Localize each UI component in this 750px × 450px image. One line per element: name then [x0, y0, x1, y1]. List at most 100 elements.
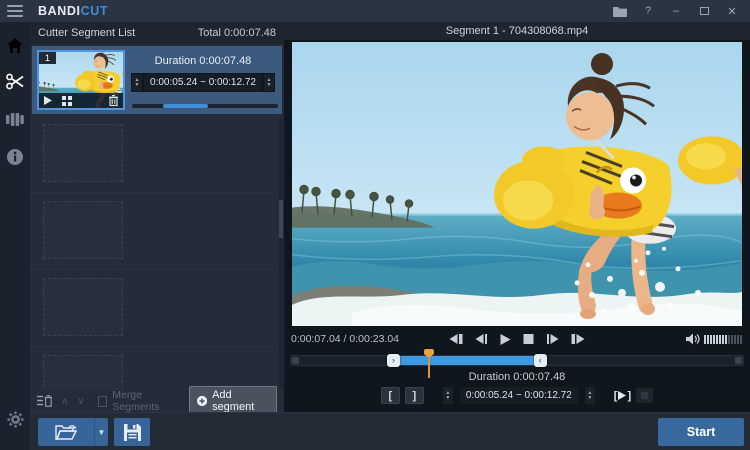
help-button[interactable]: ?	[636, 2, 660, 20]
maximize-icon	[699, 7, 709, 15]
stop-icon	[523, 334, 534, 344]
stop-selection-button[interactable]	[636, 388, 654, 403]
save-button[interactable]	[114, 418, 150, 446]
timeline-end-cap	[735, 357, 742, 364]
timeline: › ‹	[290, 349, 744, 378]
trim-start-stepper[interactable]: ▲ ▼	[441, 386, 454, 405]
segment-thumb-toolbar	[39, 93, 123, 108]
empty-thumbnail-placeholder	[43, 278, 123, 336]
segment-duration-label: Duration 0:00:07.48	[154, 55, 252, 67]
skip-back-icon	[449, 334, 463, 344]
empty-segment-slot	[30, 116, 284, 193]
empty-thumbnail-placeholder	[43, 124, 123, 182]
gear-icon	[7, 411, 23, 427]
maximize-button[interactable]	[692, 2, 716, 20]
segment-split-button[interactable]	[62, 95, 72, 106]
folder-icon	[613, 6, 627, 17]
segment-play-button[interactable]	[44, 96, 52, 105]
segment-range-control: ▲ ▼ 0:00:05.24 ~ 0:00:12.72 ▲ ▼	[128, 73, 278, 92]
range-end-stepper[interactable]: ▲ ▼	[262, 73, 275, 92]
bottom-bar: ▼ Start	[30, 412, 750, 450]
video-frame-image	[292, 42, 742, 326]
home-icon	[7, 37, 23, 53]
volume-meter[interactable]	[704, 334, 742, 344]
menu-icon[interactable]	[0, 0, 30, 22]
segment-delete-button[interactable]	[109, 95, 118, 106]
trim-controls: [ ] ▲ ▼ 0:00:05.24 ~ 0:00:12.72 ▲ ▼ [ ]	[284, 386, 750, 405]
segment-list-title: Cutter Segment List	[38, 27, 136, 39]
step-back-button[interactable]	[475, 334, 488, 344]
sidebar	[0, 22, 30, 450]
range-start-stepper[interactable]: ▲ ▼	[131, 73, 144, 92]
selection-duration-label: Duration 0:00:07.48	[468, 371, 566, 383]
play-selection-button[interactable]: [ ]	[614, 387, 631, 404]
set-end-button[interactable]: ]	[404, 387, 424, 404]
sidebar-item-home[interactable]	[0, 32, 30, 58]
stop-button[interactable]	[523, 334, 534, 344]
volume-control[interactable]	[686, 333, 742, 345]
scrollbar-thumb[interactable]	[279, 200, 283, 238]
minimize-button[interactable]: –	[664, 2, 688, 20]
plus-circle-icon	[196, 395, 208, 406]
empty-segment-slot	[30, 270, 284, 347]
segment-list	[30, 116, 284, 390]
play-icon	[44, 96, 52, 105]
delete-all-segments-button[interactable]	[37, 395, 52, 407]
prev-segment-button[interactable]	[449, 334, 463, 344]
segment-number-badge: 1	[39, 52, 57, 64]
title-bar: BANDICUT ? – ✕	[0, 0, 750, 22]
open-file-titlebar-button[interactable]	[608, 2, 632, 20]
playhead-pin	[423, 349, 434, 358]
bandicut-window: BANDICUT ? – ✕ Cutter Segment List Total…	[0, 0, 750, 450]
open-file-dropdown[interactable]: ▼	[94, 418, 108, 446]
segment-row-1[interactable]: 1 Duration 0:00:07.48 ▲ ▼ 0:00:05.24 ~ 0…	[32, 46, 282, 114]
info-icon	[7, 149, 23, 165]
next-segment-button[interactable]	[571, 334, 585, 344]
timeline-selected-range[interactable]	[393, 356, 541, 365]
empty-segment-slot	[30, 193, 284, 270]
segment-progress-fill	[162, 104, 208, 108]
sidebar-item-info[interactable]	[0, 144, 30, 170]
skip-forward-icon	[571, 334, 585, 344]
trim-range-input[interactable]: 0:00:05.24 ~ 0:00:12.72	[458, 386, 579, 405]
segment-progress-track	[132, 104, 278, 108]
merge-segments-label: Merge Segments	[112, 389, 160, 412]
join-clips-icon	[6, 112, 24, 126]
app-logo: BANDICUT	[38, 4, 108, 18]
segment-list-scrollbar[interactable]	[279, 118, 283, 388]
video-preview-panel: Segment 1 - 704308068.mp4 0:00:07.04 / 0…	[284, 22, 750, 412]
set-start-button[interactable]: [	[380, 387, 400, 404]
segment-thumbnail[interactable]: 1	[37, 50, 125, 110]
sidebar-item-settings[interactable]	[0, 406, 30, 432]
play-button[interactable]	[500, 333, 511, 345]
logo-cut: CUT	[80, 4, 109, 18]
total-duration: Total 0:00:07.48	[197, 27, 276, 39]
merge-segments-checkbox[interactable]	[97, 395, 108, 407]
step-forward-button[interactable]	[547, 334, 559, 344]
empty-thumbnail-placeholder	[43, 201, 123, 259]
trim-end-stepper[interactable]: ▲ ▼	[583, 386, 596, 405]
sidebar-item-cut[interactable]	[0, 68, 30, 94]
video-title: Segment 1 - 704308068.mp4	[284, 22, 750, 40]
timeline-end-handle[interactable]: ‹	[533, 354, 547, 367]
move-segment-up-button[interactable]: ∧	[61, 396, 68, 407]
scissors-icon	[6, 73, 24, 89]
empty-segment-slot	[30, 347, 284, 390]
save-icon	[123, 423, 141, 441]
transport-buttons	[449, 333, 585, 345]
trash-icon	[109, 95, 118, 106]
add-segment-button[interactable]: Add segment	[188, 385, 277, 412]
close-button[interactable]: ✕	[720, 2, 744, 20]
video-preview	[292, 42, 742, 326]
merge-segments-option: Merge Segments	[97, 389, 180, 412]
open-file-button[interactable]	[38, 418, 94, 446]
frame-back-icon	[475, 334, 487, 344]
open-folder-icon	[55, 424, 77, 440]
sidebar-item-join[interactable]	[0, 106, 30, 132]
bracket-close: ]	[627, 389, 632, 402]
play-icon	[500, 333, 511, 345]
start-button[interactable]: Start	[658, 418, 744, 446]
move-segment-down-button[interactable]: ∨	[77, 396, 84, 407]
timeline-start-handle[interactable]: ›	[387, 354, 401, 367]
segment-range-input[interactable]: 0:00:05.24 ~ 0:00:12.72	[143, 73, 263, 92]
